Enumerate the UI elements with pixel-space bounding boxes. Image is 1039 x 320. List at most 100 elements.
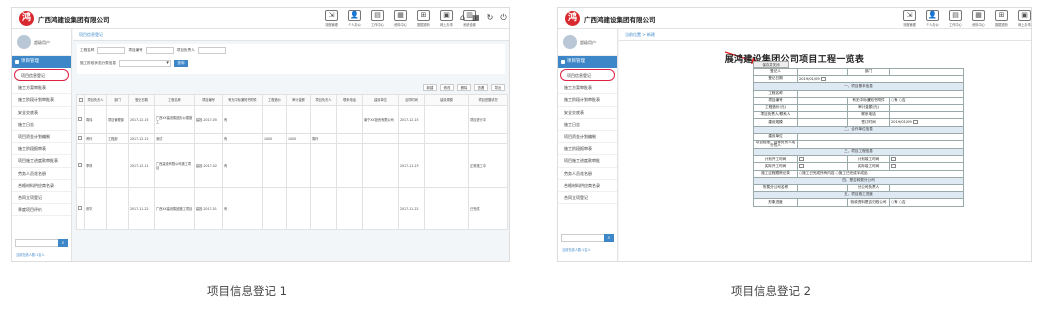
sidebar-item[interactable]: 安全交底表 bbox=[558, 107, 617, 119]
sidebar-search-input[interactable]: ⌕ bbox=[561, 234, 614, 242]
project-no-field[interactable] bbox=[797, 96, 848, 105]
sidebar-item[interactable]: 施工阶段报审表 bbox=[558, 143, 617, 156]
sidebar-item[interactable]: 劳务人员花名册 bbox=[12, 168, 71, 180]
toolbar-flow-button[interactable]: ⇲ 流程管理 bbox=[899, 10, 920, 27]
toolbar-work-button[interactable]: ▤ 工作中心 bbox=[367, 10, 388, 27]
sidebar-item-project-register[interactable]: 项目信息登记 bbox=[560, 69, 615, 82]
contract-time-field[interactable]: 2019/01/09 bbox=[889, 118, 964, 127]
row-checkbox[interactable] bbox=[76, 105, 85, 134]
home-icon[interactable]: ⌂ bbox=[460, 13, 465, 23]
actual-end-field[interactable] bbox=[889, 162, 964, 171]
plan-end-field[interactable] bbox=[889, 155, 964, 164]
calendar-icon[interactable] bbox=[912, 120, 918, 125]
row-checkbox[interactable] bbox=[76, 143, 85, 188]
sidebar-item[interactable]: 合同立项登记 bbox=[12, 192, 71, 205]
sidebar-item[interactable]: 合格材料供应商名录 bbox=[558, 180, 617, 192]
save-close-button[interactable]: 保存并关闭 bbox=[753, 61, 789, 68]
power-icon[interactable]: ⏻ bbox=[500, 13, 506, 23]
sidebar-header[interactable]: 项目管理 bbox=[12, 56, 71, 68]
toolbar-personal-button[interactable]: 👤 个人办公 bbox=[922, 10, 943, 27]
table-row[interactable]: 周伟 项目管理部 2017-12-15 广西XX建设集团办公楼施工 建投-2017-05… bbox=[76, 105, 508, 134]
cost-field[interactable] bbox=[797, 103, 848, 113]
sidebar-item[interactable]: 合格材料供应商名录 bbox=[12, 180, 71, 192]
view-button[interactable]: 查看 bbox=[474, 84, 488, 91]
table-cell bbox=[106, 187, 129, 230]
export-button[interactable]: 导出 bbox=[491, 84, 505, 91]
column-header: 建设单位 bbox=[362, 94, 399, 106]
row-checkbox[interactable] bbox=[76, 187, 85, 230]
progress-desc-field[interactable] bbox=[797, 198, 848, 207]
calendar-icon[interactable] bbox=[891, 164, 896, 169]
table-row[interactable]: 张华 2017-11-22 广西XX建设集团施工项目 建投-2017-01 有 2017-… bbox=[76, 187, 508, 230]
calendar-icon[interactable] bbox=[799, 164, 804, 169]
search-icon[interactable]: ⌕ bbox=[604, 234, 614, 242]
sidebar-search-input[interactable]: ⌕ bbox=[15, 239, 68, 247]
sidebar-item[interactable]: 项目施工进度款审批表 bbox=[12, 155, 71, 168]
builder-field[interactable] bbox=[797, 132, 964, 141]
calendar-icon[interactable] bbox=[820, 76, 826, 81]
toolbar-docs-button[interactable]: ▦ 资料中心 bbox=[968, 10, 989, 27]
sidebar-item[interactable]: 施工日志 bbox=[12, 119, 71, 131]
bid-notice-radio[interactable]: ○有 ○否 bbox=[889, 96, 964, 105]
department-field[interactable] bbox=[889, 67, 964, 77]
grid-icon[interactable]: ▦ bbox=[472, 13, 480, 23]
sidebar-item[interactable]: 项目资金计划编制 bbox=[12, 131, 71, 144]
toolbar-flow-button[interactable]: ⇲ 流程管理 bbox=[321, 10, 342, 27]
sidebar-item[interactable]: 合同立项登记 bbox=[558, 192, 617, 205]
sidebar-item[interactable]: 项目资金计划编制 bbox=[558, 131, 617, 144]
calendar-icon[interactable] bbox=[891, 157, 896, 162]
project-no-input[interactable] bbox=[145, 47, 174, 54]
sidebar-item[interactable]: 施工阶段计划审批表 bbox=[12, 94, 71, 107]
toolbar-data-button[interactable]: ⊞ 数据透析 bbox=[991, 10, 1012, 27]
select-all-checkbox[interactable] bbox=[76, 94, 85, 106]
sidebar-item[interactable]: 施工阶段报审表 bbox=[12, 143, 71, 156]
user-name: 超级用户 bbox=[580, 40, 596, 45]
toolbar-data-button[interactable]: ⊞ 数据透析 bbox=[413, 10, 434, 27]
manager-field[interactable] bbox=[797, 111, 848, 120]
new-button[interactable]: 新建 bbox=[423, 84, 437, 91]
scale-field[interactable] bbox=[797, 118, 848, 127]
table-row[interactable]: 李林 2017-12-11 广西建设有限公司施工项目 建投-2017-02 有 2017-… bbox=[76, 143, 508, 188]
branch-field[interactable] bbox=[797, 183, 848, 193]
table-cell bbox=[286, 187, 311, 230]
manager-input[interactable] bbox=[197, 47, 226, 54]
refresh-icon[interactable]: ↻ bbox=[487, 13, 494, 23]
project-name-field[interactable] bbox=[797, 89, 964, 98]
branch-mgr-field[interactable] bbox=[889, 183, 964, 193]
toolbar-docs-button[interactable]: ▦ 资料中心 bbox=[390, 10, 411, 27]
registrant-field[interactable] bbox=[797, 67, 848, 77]
phone-field[interactable] bbox=[889, 111, 964, 120]
sidebar-item[interactable]: 施工方案审批表 bbox=[12, 82, 71, 95]
sidebar-item[interactable]: 劳务人员花名册 bbox=[558, 168, 617, 180]
audit-field[interactable] bbox=[889, 103, 964, 113]
toolbar-work-button[interactable]: ▤ 工作中心 bbox=[945, 10, 966, 27]
acceptance-radio[interactable]: ○有 ○否 bbox=[889, 198, 964, 207]
search-icon[interactable]: ⌕ bbox=[58, 239, 68, 247]
user-panel: 超级用户 bbox=[12, 29, 71, 56]
sidebar-item[interactable]: 施工日志 bbox=[558, 119, 617, 131]
sidebar-item-project-register[interactable]: 项目信息登记 bbox=[14, 69, 69, 82]
row-checkbox[interactable] bbox=[76, 133, 85, 144]
reg-date-field[interactable]: 2019/01/09 bbox=[797, 75, 964, 84]
toolbar-online-button[interactable]: ▣ 网上办事 bbox=[1014, 10, 1031, 27]
sidebar-item[interactable]: 施工阶段计划审批表 bbox=[558, 94, 617, 107]
table-cell: 2017-12-11 bbox=[128, 143, 155, 188]
status-select[interactable] bbox=[118, 60, 171, 67]
toolbar-online-button[interactable]: ▣ 网上办事 bbox=[436, 10, 457, 27]
sidebar-item[interactable]: 项目施工进度款审批 bbox=[558, 155, 617, 168]
sidebar-item[interactable]: 季度项目评价 bbox=[12, 204, 71, 217]
progress-options[interactable]: ○施工已完成所有内容 ○施工已完成半成品 bbox=[797, 169, 964, 178]
table-row[interactable]: 黄玲 工程部 2017-12-12 测试有 1000 1000 周玲 bbox=[76, 133, 508, 144]
toolbar-personal-button[interactable]: 👤 个人办公 bbox=[344, 10, 365, 27]
calendar-icon[interactable] bbox=[799, 157, 804, 162]
project-name-input[interactable] bbox=[97, 47, 126, 54]
sidebar-item[interactable]: 施工方案审批表 bbox=[558, 82, 617, 95]
delete-button[interactable]: 删除 bbox=[457, 84, 471, 91]
actual-start-field[interactable] bbox=[797, 162, 848, 171]
sidebar-item[interactable]: 安全交底表 bbox=[12, 107, 71, 119]
plan-start-field[interactable] bbox=[797, 155, 848, 164]
builder-contact-field[interactable] bbox=[797, 139, 964, 150]
edit-button[interactable]: 修改 bbox=[440, 84, 454, 91]
search-button[interactable]: 查询 bbox=[173, 60, 188, 67]
table-cell bbox=[194, 133, 223, 144]
